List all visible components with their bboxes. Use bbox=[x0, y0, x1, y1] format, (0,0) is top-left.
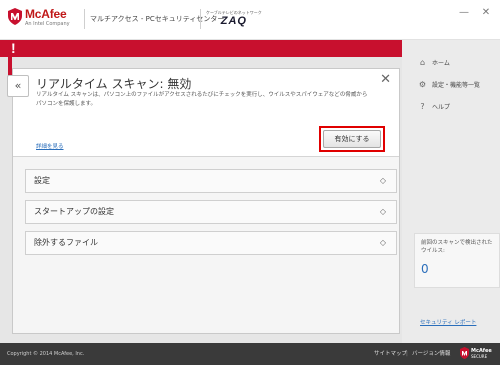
expand-icon: ◇ bbox=[379, 207, 386, 216]
scan-summary-label: 前回のスキャンで検出されたウイルス: bbox=[421, 240, 493, 254]
sitemap-link[interactable]: サイトマップ bbox=[374, 343, 407, 365]
secure-badge-label: SECURE bbox=[471, 353, 488, 359]
panel-description: リアルタイム スキャンは、パソコン上のファイルがアクセスされるたびにチェックを実… bbox=[36, 92, 368, 107]
minimize-icon[interactable]: — bbox=[458, 7, 470, 19]
alert-icon: ! bbox=[11, 40, 16, 56]
shield-logo-icon bbox=[8, 8, 22, 25]
title-divider bbox=[84, 9, 85, 29]
expand-icon: ◇ bbox=[379, 176, 386, 185]
window-controls: — ✕ bbox=[458, 7, 492, 19]
sidebar-item-label: 設定・機能等一覧 bbox=[432, 82, 481, 89]
sidebar-item-settings[interactable]: ⚙ 設定・機能等一覧 bbox=[418, 80, 480, 89]
copyright: Copyright © 2014 McAfee, Inc. bbox=[7, 351, 85, 357]
mcafee-logo: McAfee An Intel Company bbox=[8, 8, 70, 27]
sidebar-item-home[interactable]: ⌂ ホーム bbox=[418, 58, 450, 67]
brand-subtitle: An Intel Company bbox=[25, 21, 70, 27]
virus-count: 0 bbox=[421, 262, 429, 276]
footer-separator: | bbox=[406, 351, 408, 357]
accordion-label: 除外するファイル bbox=[34, 238, 98, 247]
version-info-link[interactable]: バージョン情報 bbox=[412, 343, 450, 365]
accordion-label: スタートアップの設定 bbox=[34, 207, 114, 216]
panel-close-icon[interactable]: ✕ bbox=[380, 73, 391, 87]
security-report-link[interactable]: セキュリティ レポート bbox=[420, 318, 476, 326]
right-sidebar: ⌂ ホーム ⚙ 設定・機能等一覧 ? ヘルプ 前回のスキャンで検出されたウイルス… bbox=[402, 40, 500, 343]
sidebar-item-label: ヘルプ bbox=[432, 104, 451, 111]
secure-shield-icon bbox=[460, 347, 469, 359]
sidebar-item-label: ホーム bbox=[432, 60, 450, 67]
help-icon: ? bbox=[420, 102, 425, 111]
title-bar: McAfee An Intel Company マルチアクセス - PCセキュリ… bbox=[0, 0, 500, 40]
partner-logo: ケーブルテレビのネットワーク ZAQ bbox=[206, 10, 262, 28]
footer: Copyright © 2014 McAfee, Inc. サイトマップ | バ… bbox=[0, 343, 500, 365]
panel-title: リアルタイム スキャン: 無効 bbox=[36, 77, 192, 91]
expand-icon: ◇ bbox=[379, 238, 386, 247]
title-divider bbox=[200, 9, 201, 29]
enable-button[interactable]: 有効にする bbox=[323, 130, 381, 148]
home-icon: ⌂ bbox=[419, 58, 426, 67]
product-name: マルチアクセス - PCセキュリティセンター bbox=[90, 15, 225, 23]
accordion-settings[interactable]: 設定 ◇ bbox=[25, 169, 397, 193]
collapse-panel-button[interactable]: « bbox=[7, 75, 29, 97]
brand-name: McAfee bbox=[25, 7, 67, 21]
accordion-excluded-files[interactable]: 除外するファイル ◇ bbox=[25, 231, 397, 255]
mcafee-secure-badge: McAfee SECURE bbox=[460, 347, 492, 359]
close-icon[interactable]: ✕ bbox=[480, 7, 492, 19]
accordion-startup-settings[interactable]: スタートアップの設定 ◇ bbox=[25, 200, 397, 224]
alert-bar: ! bbox=[0, 40, 402, 57]
partner-name: ZAQ bbox=[220, 15, 247, 27]
sidebar-item-help[interactable]: ? ヘルプ bbox=[418, 102, 450, 111]
panel-header: リアルタイム スキャン: 無効 ✕ リアルタイム スキャンは、パソコン上のファイ… bbox=[13, 69, 399, 157]
accordion-label: 設定 bbox=[34, 176, 50, 185]
gear-icon: ⚙ bbox=[418, 80, 427, 89]
scan-summary: 前回のスキャンで検出されたウイルス: 0 bbox=[414, 233, 500, 288]
details-link[interactable]: 詳細を見る bbox=[36, 142, 64, 150]
